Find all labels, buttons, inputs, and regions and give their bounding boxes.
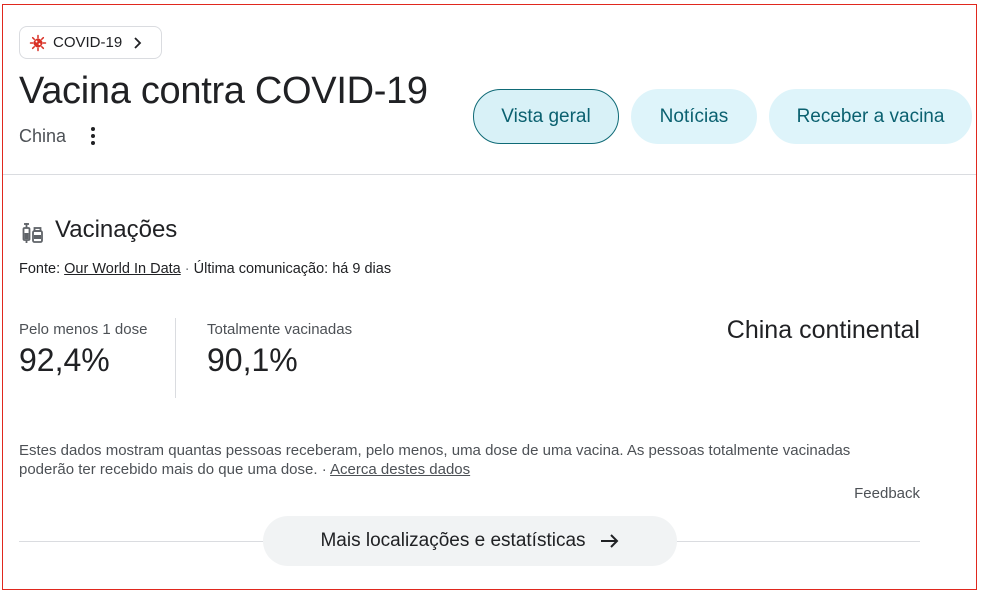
source-separator: · bbox=[180, 261, 194, 277]
stat-fully-vaccinated: Totalmente vacinadas 90,1% bbox=[207, 321, 352, 379]
feedback-link[interactable]: Feedback bbox=[854, 485, 920, 502]
stat-divider bbox=[175, 318, 176, 398]
stat-value: 90,1% bbox=[207, 342, 298, 378]
stat-at-least-one-dose: Pelo menos 1 dose 92,4% bbox=[19, 321, 147, 379]
section-title: Vacinações bbox=[55, 216, 178, 243]
stat-label: Pelo menos 1 dose bbox=[19, 321, 148, 338]
tab-receber-vacina[interactable]: Receber a vacina bbox=[769, 89, 972, 144]
last-update: Última comunicação: há 9 dias bbox=[193, 261, 392, 277]
location-label: China bbox=[19, 126, 67, 146]
source-link[interactable]: Our World In Data bbox=[64, 261, 181, 277]
tab-vista-geral[interactable]: Vista geral bbox=[473, 89, 619, 144]
footer-divider-right bbox=[676, 541, 920, 542]
breadcrumb-label: COVID-19 bbox=[53, 34, 123, 51]
header-divider bbox=[3, 174, 976, 175]
tab-bar: Vista geral Notícias Receber a vacina bbox=[473, 89, 972, 144]
virus-icon bbox=[29, 34, 47, 51]
stat-label: Totalmente vacinadas bbox=[207, 321, 353, 338]
note-separator: · bbox=[317, 461, 331, 478]
stat-value: 92,4% bbox=[19, 342, 110, 378]
more-vert-icon[interactable] bbox=[86, 126, 100, 146]
arrow-right-icon bbox=[600, 534, 618, 548]
chevron-right-icon bbox=[134, 36, 142, 49]
source-prefix: Fonte: bbox=[19, 261, 65, 277]
covid-breadcrumb-chip[interactable]: COVID-19 bbox=[19, 26, 162, 59]
vaccine-icon bbox=[22, 223, 43, 243]
footer-divider-left bbox=[19, 541, 264, 542]
more-locations-label: Mais localizações e estatísticas bbox=[320, 530, 586, 551]
page-title: Vacina contra COVID-19 bbox=[19, 70, 428, 112]
region-label: China continental bbox=[726, 316, 920, 344]
data-note: Estes dados mostram quantas pessoas rece… bbox=[19, 441, 899, 479]
more-locations-button[interactable]: Mais localizações e estatísticas bbox=[263, 516, 677, 566]
source-line: Fonte: Our World In Data · Última comuni… bbox=[19, 261, 391, 277]
tab-noticias[interactable]: Notícias bbox=[631, 89, 757, 144]
about-data-link[interactable]: Acerca destes dados bbox=[330, 461, 470, 478]
